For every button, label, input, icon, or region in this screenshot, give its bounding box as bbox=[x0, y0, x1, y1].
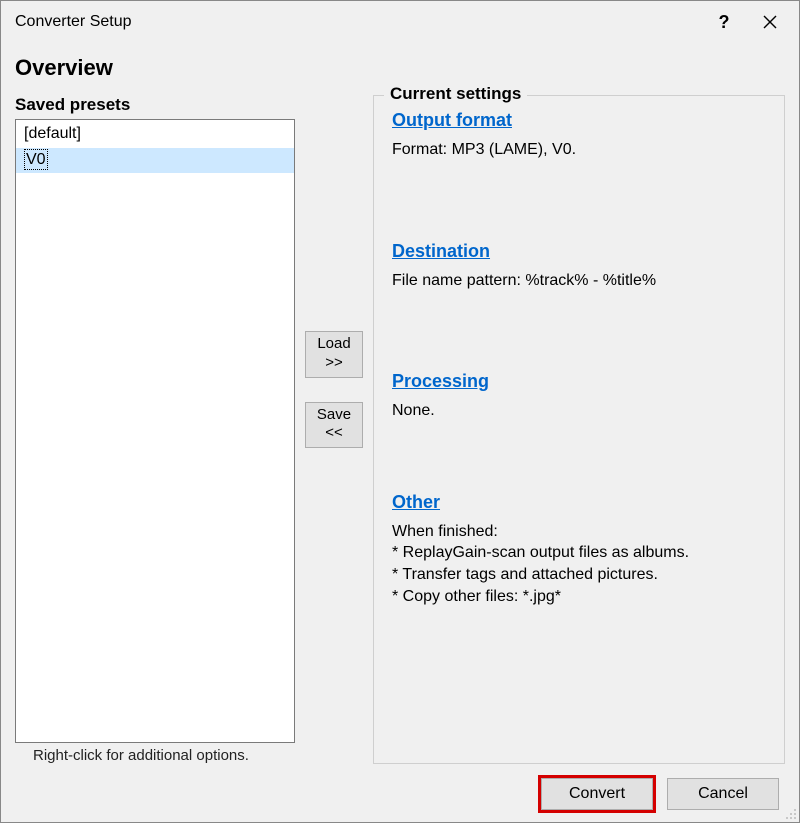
dialog-window: Converter Setup ? Overview Saved presets… bbox=[0, 0, 800, 823]
other-text-1: * ReplayGain-scan output files as albums… bbox=[392, 542, 766, 564]
destination-link[interactable]: Destination bbox=[392, 241, 490, 262]
other-text-2: * Transfer tags and attached pictures. bbox=[392, 564, 766, 586]
convert-button[interactable]: Convert bbox=[541, 778, 653, 810]
titlebar: Converter Setup ? bbox=[1, 1, 799, 43]
cancel-button[interactable]: Cancel bbox=[667, 778, 779, 810]
list-item[interactable]: V0 bbox=[16, 148, 294, 173]
save-button[interactable]: Save << bbox=[305, 402, 363, 449]
other-link[interactable]: Other bbox=[392, 492, 440, 513]
processing-block: Processing None. bbox=[392, 371, 766, 422]
page-title: Overview bbox=[15, 55, 785, 81]
other-block: Other When finished: * ReplayGain-scan o… bbox=[392, 492, 766, 607]
list-item-label: V0 bbox=[24, 149, 48, 170]
destination-text: File name pattern: %track% - %title% bbox=[392, 270, 766, 292]
destination-block: Destination File name pattern: %track% -… bbox=[392, 241, 766, 292]
processing-text: None. bbox=[392, 400, 766, 422]
dialog-footer: Convert Cancel bbox=[15, 764, 785, 812]
other-text-0: When finished: bbox=[392, 521, 766, 543]
window-title: Converter Setup bbox=[15, 13, 701, 31]
close-button[interactable] bbox=[747, 2, 793, 42]
settings-panel: Current settings Output format Format: M… bbox=[373, 95, 785, 764]
resize-grip[interactable] bbox=[783, 806, 797, 820]
other-text-3: * Copy other files: *.jpg* bbox=[392, 586, 766, 608]
list-item[interactable]: [default] bbox=[16, 122, 294, 148]
presets-hint: Right-click for additional options. bbox=[15, 747, 295, 764]
content-area: Overview Saved presets [default] V0 Righ… bbox=[1, 43, 799, 822]
presets-listbox[interactable]: [default] V0 bbox=[15, 119, 295, 743]
output-format-link[interactable]: Output format bbox=[392, 110, 512, 131]
settings-legend: Current settings bbox=[384, 84, 527, 104]
current-settings-group: Current settings Output format Format: M… bbox=[373, 95, 785, 764]
main-row: Saved presets [default] V0 Right-click f… bbox=[15, 95, 785, 764]
preset-actions: Load >> Save << bbox=[303, 95, 365, 764]
output-format-block: Output format Format: MP3 (LAME), V0. bbox=[392, 110, 766, 161]
presets-panel: Saved presets [default] V0 Right-click f… bbox=[15, 95, 295, 764]
resize-grip-icon bbox=[783, 806, 797, 820]
processing-link[interactable]: Processing bbox=[392, 371, 489, 392]
output-format-text: Format: MP3 (LAME), V0. bbox=[392, 139, 766, 161]
load-button[interactable]: Load >> bbox=[305, 331, 363, 378]
presets-label: Saved presets bbox=[15, 95, 295, 115]
help-button[interactable]: ? bbox=[701, 2, 747, 42]
close-icon bbox=[763, 15, 777, 29]
list-item-label: [default] bbox=[24, 123, 81, 145]
